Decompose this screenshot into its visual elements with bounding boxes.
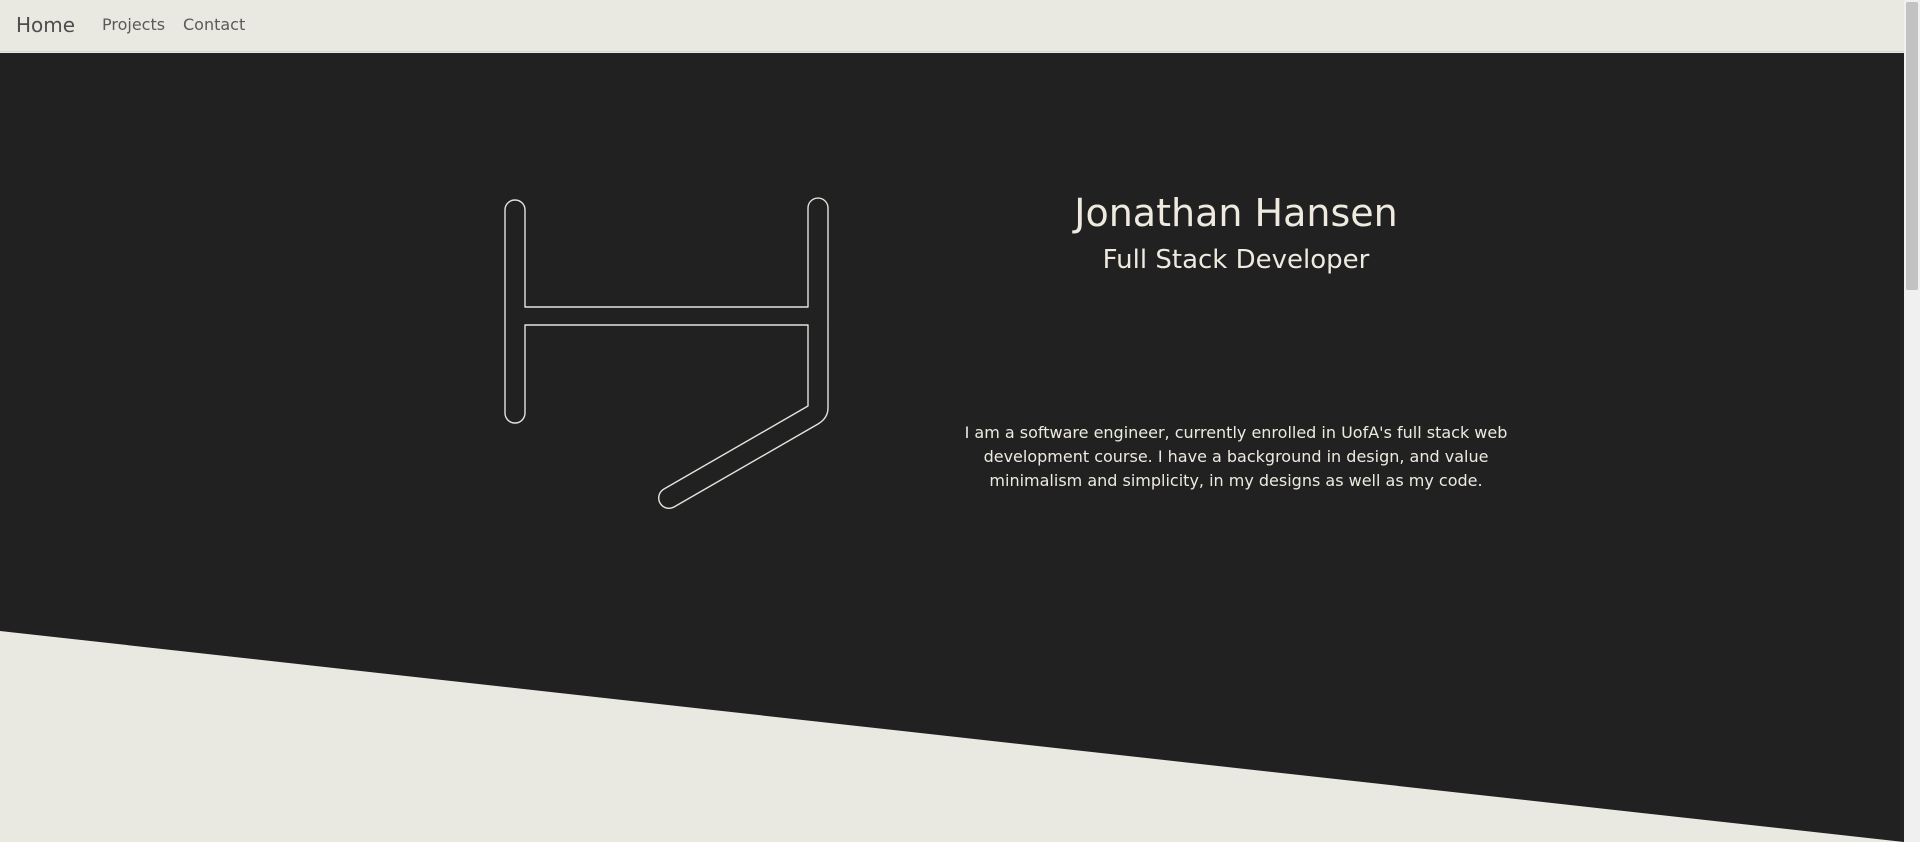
- nav-home-link[interactable]: Home: [16, 12, 75, 38]
- hero-background: [0, 53, 1904, 842]
- navbar: Home Projects Contact: [0, 0, 1904, 52]
- hero-name: Jonathan Hansen: [1074, 191, 1398, 235]
- nav-contact-link[interactable]: Contact: [183, 15, 245, 35]
- jh-monogram-logo-icon: [504, 197, 829, 509]
- hero-section: Jonathan Hansen Full Stack Developer I a…: [0, 53, 1904, 842]
- hero-role: Full Stack Developer: [1102, 245, 1370, 275]
- scrollbar-thumb[interactable]: [1906, 2, 1918, 290]
- hero-bio: I am a software engineer, currently enro…: [964, 423, 1508, 490]
- page-scrollbar[interactable]: [1904, 0, 1920, 842]
- nav-projects-link[interactable]: Projects: [102, 15, 165, 35]
